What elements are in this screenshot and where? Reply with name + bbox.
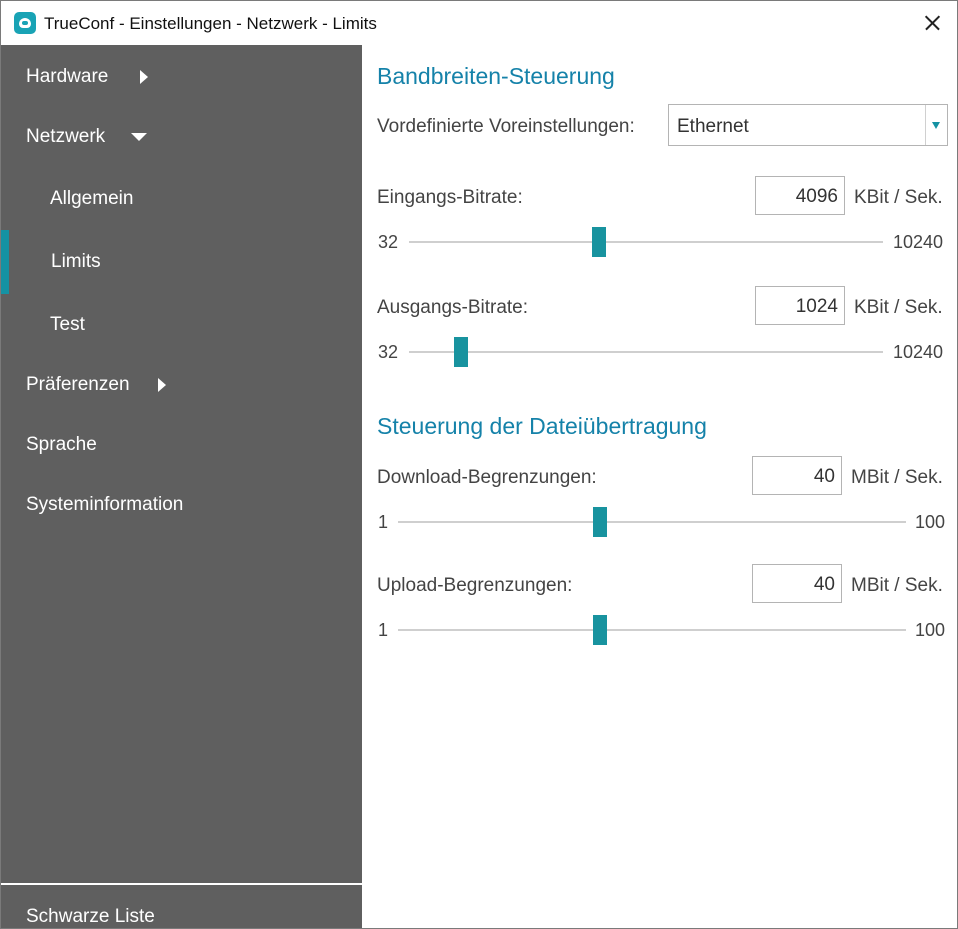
preset-select[interactable]: Ethernet [668,104,948,146]
outgoing-max-label: 10240 [893,342,944,362]
sidebar-item-label: Netzwerk [26,126,106,147]
upload-limit-unit: MBit / Sek. [851,575,943,596]
outgoing-min-label: 32 [378,342,399,362]
sidebar-item-label: Schwarze Liste [26,906,155,927]
incoming-bitrate-label: Eingangs-Bitrate: [377,187,523,208]
preset-value: Ethernet [677,116,749,137]
sidebar: Hardware Netzwerk Allgemein Limits Test … [1,45,362,928]
title-bar: TrueConf - Einstellungen - Netzwerk - Li… [1,1,957,45]
sidebar-item-systeminformation[interactable]: Systeminformation [1,477,362,533]
sidebar-item-limits[interactable]: Limits [1,230,362,294]
section-title-bandwidth: Bandbreiten-Steuerung [377,63,615,89]
incoming-slider-thumb[interactable] [592,227,607,257]
download-limit-input[interactable]: 40 [752,456,842,495]
incoming-min-label: 32 [378,232,399,252]
upload-limit-label: Upload-Begrenzungen: [377,575,573,596]
outgoing-bitrate-label: Ausgangs-Bitrate: [377,297,529,318]
sidebar-item-label: Allgemein [50,188,134,209]
download-max-label: 100 [915,512,946,532]
sidebar-item-label: Sprache [26,434,97,455]
upload-slider-track[interactable] [398,629,906,631]
upload-limit-input[interactable]: 40 [752,564,842,603]
settings-window: TrueConf - Einstellungen - Netzwerk - Li… [0,0,958,929]
outgoing-bitrate-input[interactable]: 1024 [755,286,845,325]
download-limit-label: Download-Begrenzungen: [377,467,597,488]
main-panel: Bandbreiten-Steuerung Vordefinierte Vore… [362,45,957,928]
sidebar-item-praeferenzen[interactable]: Präferenzen [1,357,362,413]
chevron-right-icon [140,70,148,84]
download-slider-track[interactable] [398,521,906,523]
sidebar-item-allgemein[interactable]: Allgemein [1,171,362,227]
incoming-slider-track[interactable] [409,241,883,243]
sidebar-item-label: Test [50,314,85,335]
trueconf-logo-icon [14,12,36,34]
window-title: TrueConf - Einstellungen - Netzwerk - Li… [44,14,377,33]
download-min-label: 1 [378,512,389,532]
incoming-bitrate-unit: KBit / Sek. [854,187,943,208]
outgoing-slider-thumb[interactable] [453,337,468,367]
outgoing-bitrate-unit: KBit / Sek. [854,297,943,318]
incoming-bitrate-input[interactable]: 4096 [755,176,845,215]
sidebar-item-label: Limits [51,251,101,272]
sidebar-item-sprache[interactable]: Sprache [1,417,362,473]
section-title-file-transfer: Steuerung der Dateiübertragung [377,413,707,439]
upload-min-label: 1 [378,620,389,640]
sidebar-item-label: Systeminformation [26,494,184,515]
sidebar-item-hardware[interactable]: Hardware [1,49,362,105]
close-button[interactable] [907,1,957,45]
dropdown-arrow-icon [925,105,947,145]
outgoing-slider-track[interactable] [409,351,883,353]
sidebar-item-label: Hardware [26,66,109,87]
sidebar-item-netzwerk[interactable]: Netzwerk [1,109,362,165]
sidebar-item-label: Präferenzen [26,374,130,395]
sidebar-item-test[interactable]: Test [1,297,362,353]
download-slider-thumb[interactable] [592,507,607,537]
upload-max-label: 100 [915,620,946,640]
upload-slider-thumb[interactable] [592,615,607,645]
download-limit-unit: MBit / Sek. [851,467,943,488]
preset-label: Vordefinierte Voreinstellungen: [377,116,635,137]
sidebar-divider [1,883,362,885]
sidebar-item-schwarze-liste[interactable]: Schwarze Liste [1,889,362,928]
chevron-down-icon [131,133,147,141]
incoming-max-label: 10240 [893,232,944,252]
chevron-right-icon [158,378,166,392]
active-indicator [1,230,9,294]
